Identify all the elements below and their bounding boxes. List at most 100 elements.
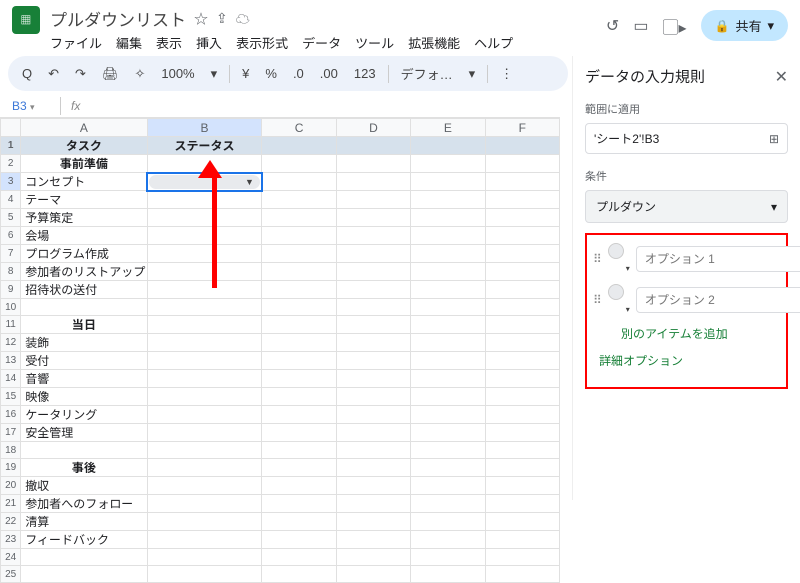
cell-F12[interactable]	[485, 334, 559, 352]
menu-表示形式[interactable]: 表示形式	[236, 33, 288, 52]
toolbar-item[interactable]: ¥	[236, 62, 255, 85]
grid-select-icon[interactable]: ⊞	[769, 132, 779, 146]
cell-D14[interactable]	[336, 370, 410, 388]
row-header[interactable]: 6	[1, 227, 21, 245]
cell-C19[interactable]	[262, 459, 336, 477]
cell-E10[interactable]	[411, 299, 485, 316]
cell-F19[interactable]	[485, 459, 559, 477]
cell-B8[interactable]	[147, 263, 262, 281]
menu-ツール[interactable]: ツール	[355, 33, 394, 52]
cell-C17[interactable]	[262, 424, 336, 442]
menu-データ[interactable]: データ	[302, 33, 341, 52]
cell-D25[interactable]	[336, 566, 410, 583]
cell-D17[interactable]	[336, 424, 410, 442]
condition-select[interactable]: プルダウン ▾	[585, 190, 788, 223]
cell-C25[interactable]	[262, 566, 336, 583]
cell-D21[interactable]	[336, 495, 410, 513]
cell-B19[interactable]	[147, 459, 262, 477]
row-header[interactable]: 18	[1, 442, 21, 459]
row-header[interactable]: 24	[1, 549, 21, 566]
cell-C21[interactable]	[262, 495, 336, 513]
cell-E18[interactable]	[411, 442, 485, 459]
cell-A19[interactable]: 事後	[21, 459, 147, 477]
cell-E19[interactable]	[411, 459, 485, 477]
cell-C12[interactable]	[262, 334, 336, 352]
cell-B23[interactable]	[147, 531, 262, 549]
col-header-E[interactable]: E	[411, 119, 485, 137]
cell-A10[interactable]	[21, 299, 147, 316]
row-header[interactable]: 25	[1, 566, 21, 583]
cell-C9[interactable]	[262, 281, 336, 299]
cell-A14[interactable]: 音響	[21, 370, 147, 388]
cell-F16[interactable]	[485, 406, 559, 424]
cell-E4[interactable]	[411, 191, 485, 209]
cell-F10[interactable]	[485, 299, 559, 316]
cell-A12[interactable]: 装飾	[21, 334, 147, 352]
cell-A15[interactable]: 映像	[21, 388, 147, 406]
cell-F2[interactable]	[485, 155, 559, 173]
toolbar-item[interactable]: デフォ…	[395, 60, 459, 87]
cell-B5[interactable]	[147, 209, 262, 227]
col-header-C[interactable]: C	[262, 119, 336, 137]
meet-icon[interactable]: ▢▸	[662, 14, 686, 38]
advanced-options-link[interactable]: 詳細オプション	[599, 352, 780, 369]
color-chip[interactable]	[608, 284, 624, 300]
cloud-icon[interactable]: ☁	[236, 9, 250, 29]
cell-E16[interactable]	[411, 406, 485, 424]
cell-E5[interactable]	[411, 209, 485, 227]
cell-F15[interactable]	[485, 388, 559, 406]
toolbar-item[interactable]: .0	[287, 62, 310, 85]
cell-F3[interactable]	[485, 173, 559, 191]
cell-D18[interactable]	[336, 442, 410, 459]
row-header[interactable]: 2	[1, 155, 21, 173]
cell-C4[interactable]	[262, 191, 336, 209]
range-input[interactable]: 'シート2'!B3 ⊞	[585, 123, 788, 154]
cell-F8[interactable]	[485, 263, 559, 281]
cell-F9[interactable]	[485, 281, 559, 299]
cell-C24[interactable]	[262, 549, 336, 566]
cell-E9[interactable]	[411, 281, 485, 299]
cell-C7[interactable]	[262, 245, 336, 263]
cell-B16[interactable]	[147, 406, 262, 424]
drag-handle-icon[interactable]: ⠿	[593, 293, 602, 307]
cell-A13[interactable]: 受付	[21, 352, 147, 370]
row-header[interactable]: 23	[1, 531, 21, 549]
toolbar-item[interactable]: ✧	[128, 62, 151, 86]
cell-A25[interactable]	[21, 566, 147, 583]
cell-D9[interactable]	[336, 281, 410, 299]
cell-E2[interactable]	[411, 155, 485, 173]
row-header[interactable]: 9	[1, 281, 21, 299]
cell-D5[interactable]	[336, 209, 410, 227]
toolbar-item[interactable]: 100%	[155, 62, 200, 85]
cell-C8[interactable]	[262, 263, 336, 281]
cell-F24[interactable]	[485, 549, 559, 566]
cell-E3[interactable]	[411, 173, 485, 191]
doc-title[interactable]: プルダウンリスト	[50, 6, 186, 31]
cell-A21[interactable]: 参加者へのフォロー	[21, 495, 147, 513]
toolbar-item[interactable]: ⋮	[494, 62, 519, 86]
menu-編集[interactable]: 編集	[116, 33, 142, 52]
cell-E1[interactable]	[411, 137, 485, 155]
cell-B14[interactable]	[147, 370, 262, 388]
menu-ヘルプ[interactable]: ヘルプ	[474, 33, 513, 52]
menu-ファイル[interactable]: ファイル	[50, 33, 102, 52]
cell-B10[interactable]	[147, 299, 262, 316]
cell-E6[interactable]	[411, 227, 485, 245]
toolbar-item[interactable]: 123	[348, 62, 382, 85]
cell-F14[interactable]	[485, 370, 559, 388]
cell-C22[interactable]	[262, 513, 336, 531]
cell-D4[interactable]	[336, 191, 410, 209]
cell-E15[interactable]	[411, 388, 485, 406]
row-header[interactable]: 17	[1, 424, 21, 442]
cell-A17[interactable]: 安全管理	[21, 424, 147, 442]
cell-B13[interactable]	[147, 352, 262, 370]
cell-F5[interactable]	[485, 209, 559, 227]
toolbar-item[interactable]: ↶	[42, 62, 65, 86]
cell-E11[interactable]	[411, 316, 485, 334]
row-header[interactable]: 10	[1, 299, 21, 316]
cell-D3[interactable]	[336, 173, 410, 191]
cell-A3[interactable]: コンセプト	[21, 173, 147, 191]
cell-A1[interactable]: タスク	[21, 137, 147, 155]
cell-C14[interactable]	[262, 370, 336, 388]
toolbar-item[interactable]: ↷	[69, 62, 92, 86]
